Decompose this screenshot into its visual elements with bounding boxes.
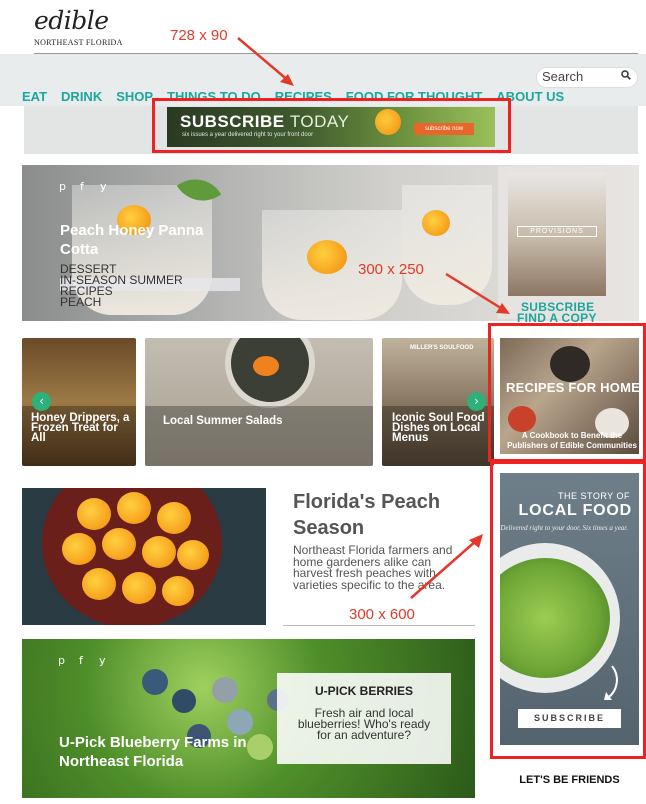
arrow-icon bbox=[410, 534, 483, 599]
arrow-icon bbox=[445, 272, 510, 314]
section-divider bbox=[283, 625, 475, 626]
pinterest-icon[interactable]: p bbox=[58, 654, 65, 667]
search-placeholder: Search bbox=[542, 69, 584, 84]
site-logo-subtitle: NORTHEAST FLORIDA bbox=[34, 38, 123, 47]
facebook-icon[interactable]: f bbox=[79, 654, 83, 667]
card-caption: Iconic Soul Food Dishes on Local Menus bbox=[392, 412, 485, 444]
twitter-icon[interactable]: y bbox=[100, 180, 107, 193]
peaches-image[interactable] bbox=[22, 488, 266, 625]
carousel-next-button[interactable]: › bbox=[467, 392, 486, 411]
banner-highlight-box bbox=[152, 98, 511, 153]
box-ad-highlight bbox=[488, 323, 646, 462]
hero-tags: DESSERT IN-SEASON SUMMER RECIPES PEACH bbox=[60, 263, 240, 308]
box-size-label: 300 x 250 bbox=[358, 261, 424, 278]
site-logo[interactable]: edible bbox=[34, 6, 109, 35]
nav-item-shop[interactable]: SHOP bbox=[116, 89, 153, 104]
berries-box-title[interactable]: U-PICK BERRIES bbox=[277, 684, 451, 698]
carousel-prev-button[interactable]: ‹ bbox=[32, 392, 51, 411]
peach-graphic bbox=[422, 210, 450, 236]
provisions-label: PROVISIONS bbox=[517, 226, 597, 237]
hero-title[interactable]: Peach Honey Panna Cotta bbox=[60, 221, 220, 259]
tall-size-label: 300 x 600 bbox=[349, 606, 415, 623]
flower-graphic bbox=[253, 356, 279, 376]
banner-size-label: 728 x 90 bbox=[170, 27, 228, 44]
restaurant-sign: MILLER'S SOULFOOD bbox=[410, 345, 474, 351]
card-caption: Honey Drippers, a Frozen Treat for All bbox=[31, 412, 130, 444]
peach-graphic bbox=[307, 240, 347, 274]
search-icon[interactable] bbox=[621, 70, 631, 80]
nav-item-drink[interactable]: DRINK bbox=[61, 89, 102, 104]
nav-item-eat[interactable]: EAT bbox=[22, 89, 47, 104]
lets-be-friends-heading: LET'S BE FRIENDS bbox=[519, 774, 620, 786]
card-caption: Local Summer Salads bbox=[163, 415, 283, 427]
pinterest-icon[interactable]: p bbox=[59, 180, 66, 193]
arrow-icon bbox=[237, 37, 294, 86]
summer-salads-card[interactable] bbox=[145, 338, 373, 466]
tall-ad-highlight bbox=[490, 461, 646, 759]
berries-box-text: Fresh air and local blueberries! Who's r… bbox=[297, 706, 431, 742]
twitter-icon[interactable]: y bbox=[99, 654, 106, 667]
tag-peach[interactable]: PEACH bbox=[60, 296, 240, 308]
berries-title[interactable]: U-Pick Blueberry Farms in Northeast Flor… bbox=[59, 733, 259, 771]
facebook-icon[interactable]: f bbox=[80, 180, 84, 193]
